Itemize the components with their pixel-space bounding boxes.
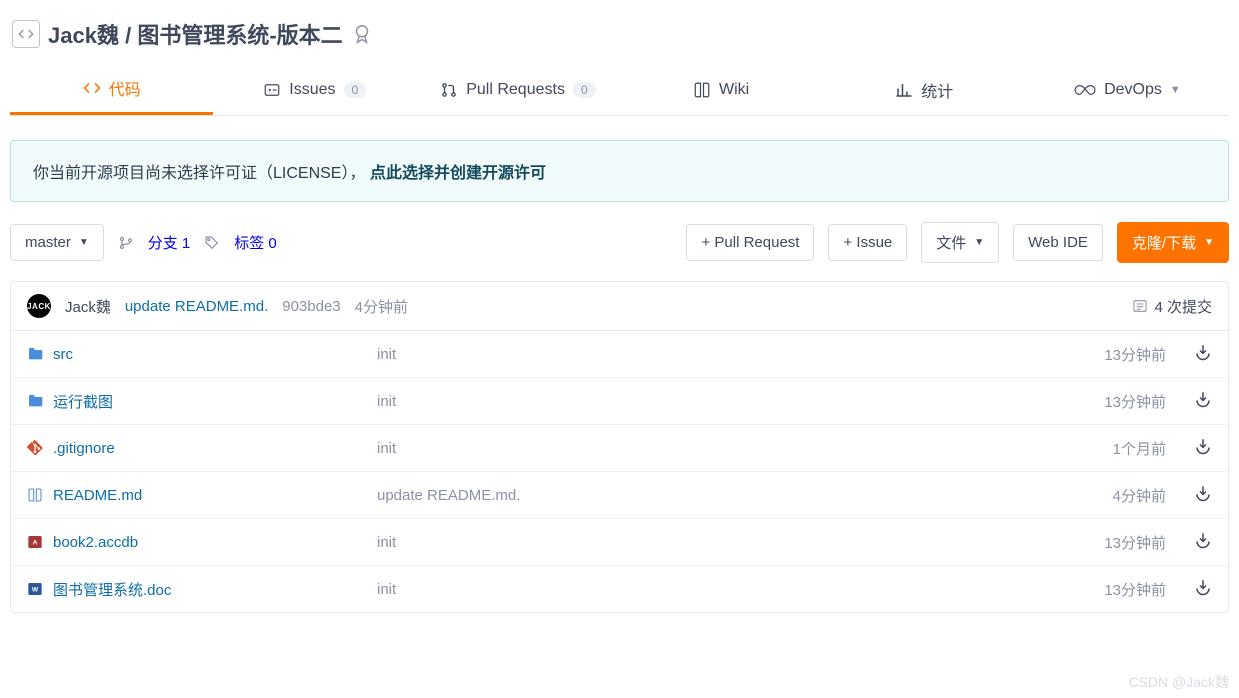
svg-text:A: A: [33, 540, 38, 547]
file-commit-msg[interactable]: init: [377, 393, 1044, 410]
clone-label: 克隆/下载: [1132, 232, 1196, 253]
chevron-down-icon: ▼: [1170, 84, 1181, 96]
commit-ago: 4分钟前: [355, 296, 408, 317]
repo-name[interactable]: 图书管理系统-版本二: [137, 23, 342, 48]
file-name-cell[interactable]: README.md: [27, 487, 377, 504]
tab-wiki[interactable]: Wiki: [620, 64, 823, 115]
folder-icon: [27, 393, 43, 409]
web-ide-button[interactable]: Web IDE: [1013, 224, 1103, 261]
tab-wiki-label: Wiki: [719, 81, 749, 99]
tab-issues[interactable]: Issues 0: [213, 64, 416, 115]
tab-issues-label: Issues: [289, 81, 335, 99]
file-name-cell[interactable]: .gitignore: [27, 440, 377, 457]
license-notice: 你当前开源项目尚未选择许可证（LICENSE）， 点此选择并创建开源许可: [10, 140, 1229, 202]
readme-icon: [27, 487, 43, 503]
notice-prefix: 你当前开源项目尚未选择许可证（LICENSE），: [33, 165, 365, 182]
file-commit-msg[interactable]: init: [377, 581, 1044, 598]
tab-devops[interactable]: DevOps ▼: [1026, 64, 1229, 115]
tab-code[interactable]: 代码: [10, 64, 213, 115]
issues-count-badge: 0: [344, 82, 367, 98]
file-name[interactable]: .gitignore: [53, 440, 115, 457]
tab-code-label: 代码: [109, 76, 141, 100]
commit-message-link[interactable]: update README.md.: [125, 298, 268, 315]
file-time: 13分钟前: [1044, 344, 1184, 365]
files-menu-button[interactable]: 文件 ▼: [921, 222, 999, 263]
file-name[interactable]: README.md: [53, 487, 142, 504]
table-row: 运行截图 init13分钟前: [11, 378, 1228, 425]
tab-stats[interactable]: 统计: [823, 64, 1026, 115]
repo-separator: /: [125, 23, 131, 48]
file-time: 13分钟前: [1044, 391, 1184, 412]
git-icon: [27, 440, 43, 456]
table-row: README.md update README.md.4分钟前: [11, 472, 1228, 519]
branches-link[interactable]: 分支 1: [148, 232, 191, 253]
file-time: 1个月前: [1044, 438, 1184, 459]
file-name[interactable]: src: [53, 346, 73, 363]
toolbar: master ▼ 分支 1 标签 0 + Pull Request + Issu…: [10, 222, 1229, 263]
word-icon: W: [27, 581, 43, 597]
download-icon[interactable]: [1184, 390, 1212, 412]
caret-down-icon: ▼: [974, 237, 984, 248]
branch-selector-label: master: [25, 234, 71, 251]
new-pr-button[interactable]: + Pull Request: [686, 224, 814, 261]
tab-pull-requests[interactable]: Pull Requests 0: [416, 64, 619, 115]
tags-link[interactable]: 标签 0: [234, 232, 277, 253]
files-menu-label: 文件: [936, 232, 966, 253]
file-name-cell[interactable]: Abook2.accdb: [27, 534, 377, 551]
commit-sha[interactable]: 903bde3: [282, 298, 340, 315]
file-name[interactable]: book2.accdb: [53, 534, 138, 551]
repo-owner[interactable]: Jack魏: [48, 23, 119, 48]
file-name[interactable]: 运行截图: [53, 391, 113, 412]
download-icon[interactable]: [1184, 578, 1212, 600]
commits-count-label: 4 次提交: [1154, 296, 1212, 317]
pr-count-badge: 0: [573, 82, 596, 98]
table-row: W 图书管理系统.doc init13分钟前: [11, 566, 1228, 612]
download-icon[interactable]: [1184, 437, 1212, 459]
table-row: Abook2.accdbinit13分钟前: [11, 519, 1228, 566]
repo-header: Jack魏 / 图书管理系统-版本二: [10, 10, 1229, 64]
download-icon[interactable]: [1184, 343, 1212, 365]
repo-title[interactable]: Jack魏 / 图书管理系统-版本二: [48, 18, 343, 50]
file-commit-msg[interactable]: update README.md.: [377, 487, 1044, 504]
download-icon[interactable]: [1184, 531, 1212, 553]
file-time: 4分钟前: [1044, 485, 1184, 506]
svg-text:W: W: [32, 587, 39, 594]
latest-commit-bar: JACK Jack魏 update README.md. 903bde3 4分钟…: [11, 282, 1228, 331]
download-icon[interactable]: [1184, 484, 1212, 506]
file-name[interactable]: 图书管理系统.doc: [53, 579, 171, 600]
branch-selector[interactable]: master ▼: [10, 224, 104, 261]
commit-author[interactable]: Jack魏: [65, 296, 111, 317]
new-issue-button[interactable]: + Issue: [828, 224, 907, 261]
list-icon: [1132, 298, 1148, 314]
tag-icon: [204, 234, 220, 251]
table-row: .gitignore init1个月前: [11, 425, 1228, 472]
tab-devops-label: DevOps: [1104, 81, 1162, 99]
file-commit-msg[interactable]: init: [377, 440, 1044, 457]
file-commit-msg[interactable]: init: [377, 346, 1044, 363]
file-commit-msg[interactable]: init: [377, 534, 1044, 551]
file-name-cell[interactable]: 运行截图: [27, 391, 377, 412]
caret-down-icon: ▼: [1204, 237, 1214, 248]
tab-stats-label: 统计: [921, 78, 953, 102]
branch-meta: 分支 1 标签 0: [118, 232, 277, 253]
folder-icon: [27, 346, 43, 362]
file-time: 13分钟前: [1044, 579, 1184, 600]
file-name-cell[interactable]: src: [27, 346, 377, 363]
tab-pr-label: Pull Requests: [466, 81, 565, 99]
watermark: CSDN @Jack魏: [1128, 672, 1229, 692]
file-time: 13分钟前: [1044, 532, 1184, 553]
clone-download-button[interactable]: 克隆/下载 ▼: [1117, 222, 1229, 263]
commits-count-link[interactable]: 4 次提交: [1132, 296, 1212, 317]
repo-tabs: 代码 Issues 0 Pull Requests 0 Wiki 统计 DevO…: [10, 64, 1229, 116]
access-icon: A: [27, 534, 43, 550]
file-name-cell[interactable]: W 图书管理系统.doc: [27, 579, 377, 600]
table-row: src init13分钟前: [11, 331, 1228, 378]
file-list-box: JACK Jack魏 update README.md. 903bde3 4分钟…: [10, 281, 1229, 613]
repo-type-icon: [12, 20, 40, 48]
caret-down-icon: ▼: [79, 237, 89, 248]
avatar[interactable]: JACK: [27, 294, 51, 318]
branch-icon: [118, 234, 134, 251]
create-license-link[interactable]: 点此选择并创建开源许可: [370, 165, 546, 182]
medal-icon[interactable]: [351, 23, 373, 45]
